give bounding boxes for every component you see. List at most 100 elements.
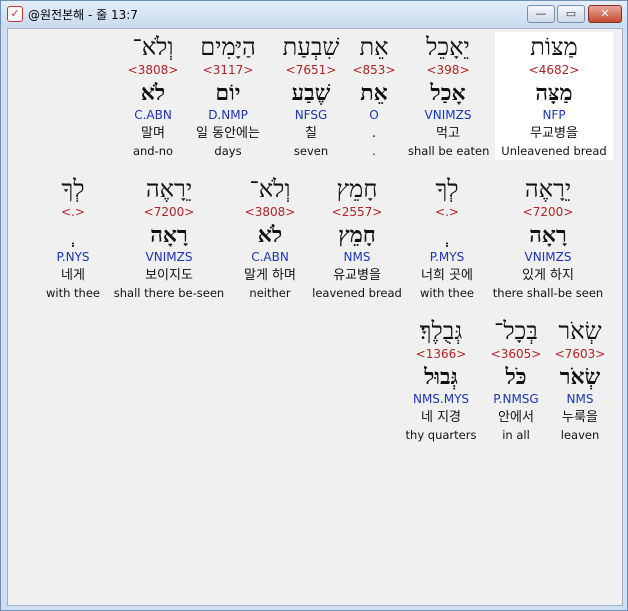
maximize-button[interactable]: ▭ — [557, 5, 585, 23]
hebrew-root: ְ — [406, 221, 488, 249]
hebrew-word: וְלֹא־ — [132, 33, 174, 61]
strong-number[interactable]: <398> — [408, 62, 488, 79]
english-gloss: . — [372, 144, 376, 158]
strong-number[interactable]: <7200> — [490, 204, 606, 221]
word-cell[interactable]: הַיָּמִים <3117> יוֹם D.NMP 일 동안에는 days — [188, 32, 268, 160]
korean-gloss: 칠 — [305, 126, 317, 141]
english-gloss: days — [214, 144, 242, 158]
app-logo-icon: ✓ — [7, 6, 23, 22]
strong-number[interactable]: <2557> — [310, 204, 404, 221]
word-cell[interactable]: בְּכָל־ <3605> כֹּל P.NMSG 안에서 in all — [484, 316, 548, 444]
hebrew-root: מַצָּה — [535, 80, 573, 106]
hebrew-root: יוֹם — [215, 80, 241, 106]
word-cell[interactable]: וְלֹא־ <3808> לֹא C.ABN 말게 하며 neither — [230, 174, 310, 302]
hebrew-word: לְךָ — [435, 175, 459, 203]
word-cell[interactable]: וְלֹא־ <3808> לֹא C.ABN 말며 and-no — [118, 32, 188, 160]
morphology-code[interactable]: NMS — [310, 249, 404, 266]
hebrew-root: רָאָה — [529, 222, 567, 248]
hebrew-root: כֹּל — [505, 364, 527, 390]
hebrew-root: גְּבוּל — [424, 364, 458, 390]
morphology-code[interactable]: NMS — [550, 391, 610, 408]
korean-gloss: 안에서 — [498, 410, 534, 425]
morphology-code[interactable]: P.NMSG — [484, 391, 548, 408]
morphology-code[interactable]: VNIMZS — [110, 249, 228, 266]
hebrew-word: גְּבֻלֶךָ׃ — [419, 317, 463, 345]
hebrew-root: לֹא — [140, 80, 166, 106]
strong-number[interactable]: <7651> — [276, 62, 346, 79]
title-bar[interactable]: ✓ @원전본해 - 줄 13:7 — ▭ ✕ — [1, 1, 627, 27]
strong-number[interactable]: <3808> — [230, 204, 310, 221]
word-cell[interactable]: יֵרָאֶה <7200> רָאָה VNIMZS 있게 하지 there … — [490, 174, 606, 302]
word-cell[interactable]: אֵת <853> אֵת O . . — [344, 32, 404, 160]
word-cell[interactable]: לְךָ <.> ְ P.MYS 너희 곳에 with thee — [406, 174, 488, 302]
hebrew-word: שִׁבְעַת — [282, 33, 340, 61]
morphology-code[interactable]: O — [344, 107, 404, 124]
word-cell[interactable]: שִׁבְעַת <7651> שֶׁבַע NFSG 칠 seven — [276, 32, 346, 160]
hebrew-word: שְׂאֹר — [558, 317, 602, 345]
korean-gloss: 일 동안에는 — [196, 126, 260, 141]
morphology-code[interactable]: C.ABN — [118, 107, 188, 124]
korean-gloss: 너희 곳에 — [421, 268, 473, 283]
korean-gloss: 먹고 — [436, 126, 460, 141]
interlinear-panel: מַצּוֹת <4682> מַצָּה NFP 무교병을 Unleavene… — [7, 28, 623, 606]
hebrew-root: אֵת — [360, 80, 388, 106]
korean-gloss: 누룩을 — [562, 410, 598, 425]
morphology-code[interactable]: NMS.MYS — [402, 391, 480, 408]
english-gloss: neither — [249, 286, 291, 300]
english-gloss: shall be eaten — [408, 144, 490, 158]
strong-number[interactable]: <1366> — [402, 346, 480, 363]
word-cell[interactable]: יֵרָאֶה <7200> רָאָה VNIMZS 보이지도 shall t… — [110, 174, 228, 302]
word-cell[interactable]: חָמֵץ <2557> חָמֵץ NMS 유교병을 leavened bre… — [310, 174, 404, 302]
strong-number[interactable]: <3117> — [188, 62, 268, 79]
window-title: @원전본해 - 줄 13:7 — [28, 8, 138, 22]
hebrew-word: יֵאָכֵל — [426, 33, 470, 61]
morphology-code[interactable]: VNIMZS — [490, 249, 606, 266]
hebrew-word: הַיָּמִים — [200, 33, 256, 61]
morphology-code[interactable]: C.ABN — [230, 249, 310, 266]
word-cell[interactable]: גְּבֻלֶךָ׃ <1366> גְּבוּל NMS.MYS 네 지경 t… — [402, 316, 480, 444]
strong-number[interactable]: <3605> — [484, 346, 548, 363]
morphology-code[interactable]: D.NMP — [188, 107, 268, 124]
morphology-code[interactable]: NFSG — [276, 107, 346, 124]
morphology-code[interactable]: NFP — [495, 107, 613, 124]
strong-number[interactable]: <3808> — [118, 62, 188, 79]
hebrew-word: חָמֵץ — [336, 175, 378, 203]
strong-number[interactable]: <.> — [406, 204, 488, 221]
hebrew-word: בְּכָל־ — [494, 317, 538, 345]
strong-number[interactable]: <7200> — [110, 204, 228, 221]
korean-gloss: 유교병을 — [333, 268, 381, 283]
korean-gloss: 네 지경 — [420, 410, 461, 425]
minimize-button[interactable]: — — [527, 5, 555, 23]
hebrew-root: חָמֵץ — [338, 222, 376, 248]
word-cell[interactable]: שְׂאֹר <7603> שְׂאֹר NMS 누룩을 leaven — [550, 316, 610, 444]
korean-gloss: 말며 — [141, 126, 165, 141]
hebrew-word: וְלֹא־ — [249, 175, 291, 203]
word-cell[interactable]: יֵאָכֵל <398> אָכַל VNIMZS 먹고 shall be e… — [408, 32, 490, 160]
korean-gloss: 있게 하지 — [522, 268, 574, 283]
morphology-code[interactable]: P.MYS — [406, 249, 488, 266]
korean-gloss: 말게 하며 — [244, 268, 296, 283]
word-cell[interactable]: מַצּוֹת <4682> מַצָּה NFP 무교병을 Unleavene… — [495, 32, 613, 160]
korean-gloss: 보이지도 — [145, 268, 193, 283]
english-gloss: leaven — [560, 428, 600, 442]
hebrew-root: אָכַל — [430, 80, 466, 106]
english-gloss: thy quarters — [405, 428, 477, 442]
korean-gloss: 무교병을 — [530, 126, 578, 141]
hebrew-word: יֵרָאֶה — [524, 175, 572, 203]
korean-gloss: . — [371, 126, 377, 141]
morphology-code[interactable]: P.NYS — [38, 249, 108, 266]
word-cell[interactable]: לְךָ <.> ְ P.NYS 네게 with thee — [38, 174, 108, 302]
close-button[interactable]: ✕ — [588, 5, 622, 23]
strong-number[interactable]: <4682> — [495, 62, 613, 79]
hebrew-root: לֹא — [257, 222, 283, 248]
strong-number[interactable]: <.> — [38, 204, 108, 221]
morphology-code[interactable]: VNIMZS — [408, 107, 488, 124]
app-window: ✓ @원전본해 - 줄 13:7 — ▭ ✕ מַצּוֹת <4682> מַ… — [0, 0, 628, 611]
strong-number[interactable]: <7603> — [550, 346, 610, 363]
english-gloss: in all — [502, 428, 530, 442]
hebrew-word: אֵת — [359, 33, 389, 61]
english-gloss: seven — [293, 144, 329, 158]
hebrew-root: רָאָה — [150, 222, 188, 248]
strong-number[interactable]: <853> — [344, 62, 404, 79]
english-gloss: and-no — [132, 144, 174, 158]
